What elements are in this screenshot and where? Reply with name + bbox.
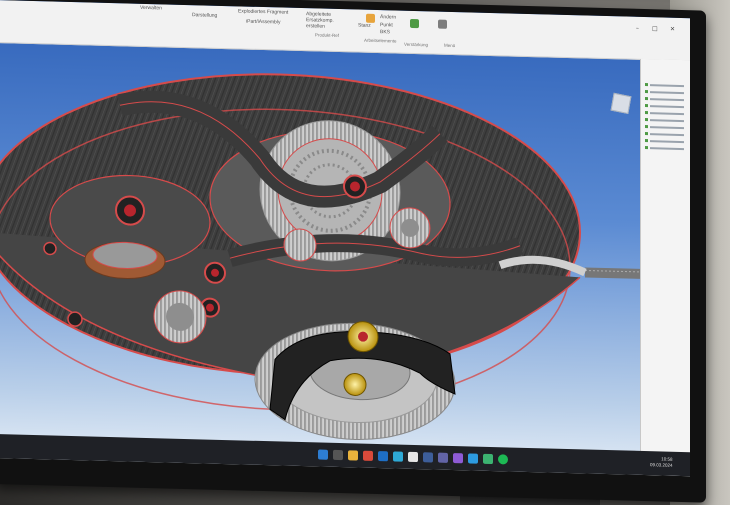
- inventor-icon[interactable]: [423, 452, 433, 463]
- verstaerkung-icon[interactable]: [410, 18, 419, 29]
- watch-movement-model: [0, 73, 640, 441]
- edge-icon[interactable]: [393, 451, 403, 462]
- ribbon-group-arbeitselemente: Arbeitselemente: [364, 37, 397, 44]
- tree-item[interactable]: [645, 104, 687, 109]
- screen: Verwalten Darstellung Explodiertes Fragm…: [0, 0, 690, 477]
- tree-item[interactable]: [645, 132, 687, 137]
- ribbon-item-punkt[interactable]: Punkt: [380, 22, 393, 28]
- maximize-icon[interactable]: □: [652, 25, 658, 32]
- tree-item[interactable]: [645, 90, 687, 95]
- ribbon-item-bks[interactable]: BKS: [380, 29, 390, 35]
- minimize-icon[interactable]: –: [636, 25, 639, 32]
- tree-item[interactable]: [645, 146, 687, 151]
- code-icon[interactable]: [468, 453, 478, 464]
- ribbon-group-produkt: Produkt-Ref: [315, 32, 340, 39]
- tray-date: 09.03.2024: [650, 462, 673, 468]
- ribbon-item-darstellung[interactable]: Darstellung: [192, 12, 217, 19]
- tree-item[interactable]: [645, 83, 687, 88]
- spotify-icon[interactable]: [498, 454, 508, 465]
- ribbon-item-ipart[interactable]: iPart/iAssembly: [246, 19, 280, 26]
- stanz-icon[interactable]: [366, 13, 375, 23]
- ribbon-group-menue: Menü: [444, 42, 456, 49]
- model-browser: [640, 58, 690, 477]
- ribbon-item-explodiertes[interactable]: Explodiertes Fragment: [238, 8, 288, 15]
- tree-item[interactable]: [645, 111, 687, 116]
- ribbon-tab-verwalten[interactable]: Verwalten: [140, 5, 162, 12]
- vs-icon[interactable]: [453, 453, 463, 464]
- ribbon-item-abgeleitete[interactable]: Abgeleitete Ersatzkomp. erstellen: [306, 11, 352, 30]
- photo-scene: Verwalten Darstellung Explodiertes Fragm…: [0, 0, 730, 505]
- monitor-bezel: Verwalten Darstellung Explodiertes Fragm…: [0, 0, 706, 503]
- browser-icon[interactable]: [363, 450, 373, 461]
- close-icon[interactable]: ✕: [670, 26, 675, 33]
- tray-clock[interactable]: 10:58 09.03.2024: [650, 456, 673, 469]
- ribbon-item-aendern[interactable]: Ändern: [380, 14, 396, 20]
- chrome-icon[interactable]: [408, 451, 418, 463]
- search-icon[interactable]: [333, 449, 343, 461]
- tree-item[interactable]: [645, 97, 687, 102]
- 3d-viewport[interactable]: [0, 42, 640, 451]
- ribbon-group-verstaerkung: Verstärkung: [404, 41, 429, 48]
- explorer-icon[interactable]: [348, 450, 358, 461]
- menu-icon[interactable]: [438, 19, 447, 29]
- tree-item[interactable]: [645, 118, 687, 123]
- tree-item[interactable]: [645, 125, 687, 130]
- ribbon-item-stanz[interactable]: Stanz: [358, 23, 371, 29]
- app-icon[interactable]: [483, 453, 493, 465]
- tree-item[interactable]: [645, 139, 687, 144]
- mail-icon[interactable]: [378, 451, 388, 462]
- start-icon[interactable]: [318, 449, 328, 460]
- teams-icon[interactable]: [438, 452, 448, 463]
